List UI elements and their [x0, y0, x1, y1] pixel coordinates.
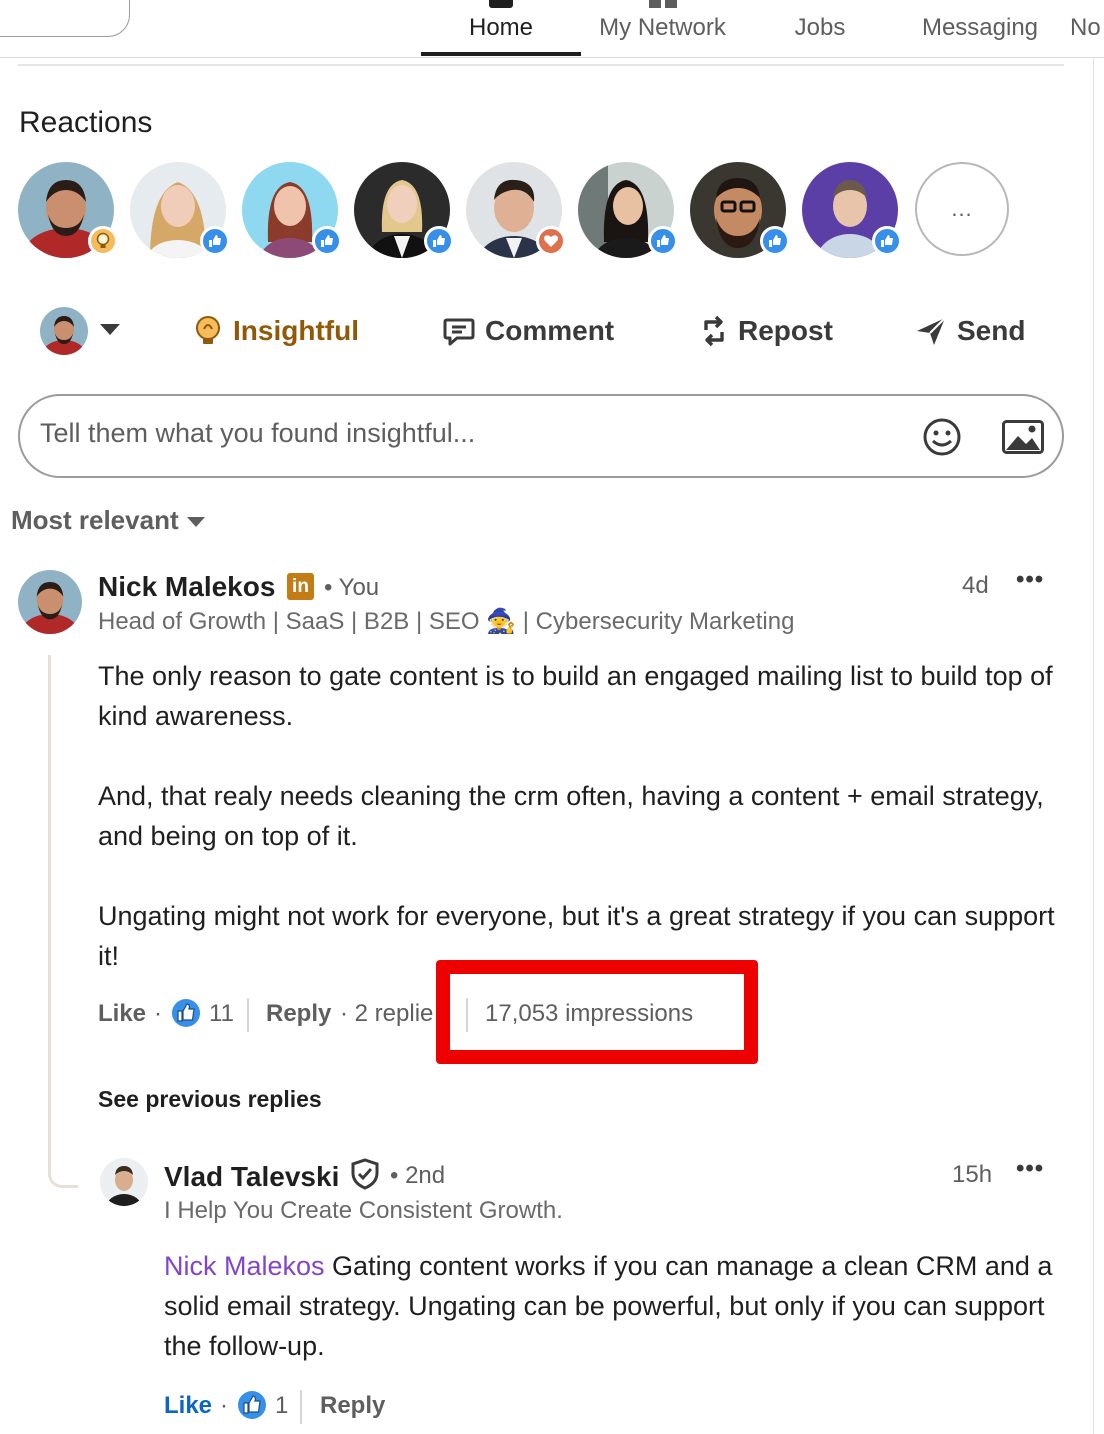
- like-reaction-icon: [238, 1391, 266, 1419]
- social-action-bar: Insightful Comment Repost Send: [0, 300, 1104, 362]
- insightful-label: Insightful: [233, 315, 359, 346]
- caret-down-icon: [186, 516, 205, 527]
- like-reaction-icon: [424, 226, 454, 256]
- send-button[interactable]: Send: [915, 310, 1025, 352]
- repost-button[interactable]: Repost: [700, 310, 833, 352]
- comment-more-options-icon[interactable]: •••: [1016, 566, 1044, 594]
- divider: [300, 1390, 302, 1424]
- reply-like-button[interactable]: Like: [164, 1392, 212, 1420]
- reply-author-name[interactable]: Vlad Talevski: [164, 1161, 339, 1193]
- reactor-avatar[interactable]: [354, 162, 454, 258]
- separator-dot: ·: [154, 1000, 162, 1027]
- reply-count[interactable]: · 2 replie: [340, 1000, 440, 1028]
- image-icon[interactable]: [1002, 420, 1044, 454]
- nav-jobs-label: Jobs: [794, 14, 846, 41]
- reactions-heading: Reactions: [19, 106, 153, 139]
- panel-border: [1093, 58, 1094, 1434]
- avatar: [40, 307, 88, 355]
- repost-icon: [704, 315, 724, 347]
- highlight-annotation-box: [436, 960, 758, 1064]
- comment-reply-button[interactable]: Reply: [266, 1000, 331, 1028]
- reactor-avatar[interactable]: [130, 162, 230, 258]
- insightful-button[interactable]: Insightful: [193, 310, 359, 352]
- sort-label: Most relevant: [11, 505, 179, 535]
- comment-button[interactable]: Comment: [443, 310, 614, 352]
- comment-timestamp: 4d: [962, 572, 989, 599]
- comment-icon: [443, 318, 475, 346]
- like-reaction-icon: [648, 226, 678, 256]
- nav-home-label: Home: [468, 14, 534, 41]
- actor-switch-chevron-down-icon[interactable]: [100, 324, 120, 335]
- comment-author-headline: Head of Growth | SaaS | B2B | SEO 🧙 | Cy…: [98, 608, 795, 635]
- verified-shield-icon: [351, 1158, 379, 1190]
- send-icon: [917, 317, 946, 345]
- actor-avatar[interactable]: [40, 307, 88, 355]
- home-icon: [489, 0, 513, 8]
- reply-more-options-icon[interactable]: •••: [1016, 1155, 1044, 1183]
- nav-jobs[interactable]: Jobs: [760, 0, 880, 58]
- reply-like-count[interactable]: 1: [275, 1392, 288, 1420]
- sort-dropdown[interactable]: Most relevant: [11, 505, 205, 536]
- top-navigation: Home My Network Jobs Messaging No: [0, 0, 1104, 58]
- like-reaction-icon: [172, 999, 200, 1027]
- comment-text: The only reason to gate content is to bu…: [98, 656, 1058, 976]
- reactor-avatar[interactable]: [242, 162, 342, 258]
- reply-author-relation: • 2nd: [390, 1162, 446, 1189]
- messaging-icon: [989, 0, 1025, 8]
- send-label: Send: [957, 315, 1026, 346]
- reactor-avatar[interactable]: [466, 162, 566, 258]
- avatar: [18, 570, 82, 634]
- mention-link[interactable]: Nick Malekos: [164, 1251, 325, 1281]
- like-reaction-icon: [312, 226, 342, 256]
- comment-author-name[interactable]: Nick Malekos: [98, 571, 275, 603]
- comment-like-button[interactable]: Like: [98, 1000, 146, 1028]
- emoji-icon[interactable]: [922, 417, 962, 457]
- reply-timestamp: 15h: [952, 1161, 993, 1188]
- insightful-reaction-icon: [88, 226, 118, 256]
- reply-author-headline: I Help You Create Consistent Growth.: [164, 1197, 563, 1224]
- comment-like-count[interactable]: 11: [209, 1000, 234, 1028]
- comment-label: Comment: [485, 315, 615, 346]
- search-box[interactable]: [0, 0, 130, 37]
- nav-my-network-label: My Network: [599, 14, 726, 41]
- reactor-avatar[interactable]: [578, 162, 678, 258]
- divider: [247, 998, 249, 1032]
- more-reactions-button[interactable]: ...: [915, 162, 1009, 256]
- lightbulb-icon: [196, 316, 220, 344]
- separator-dot: ·: [220, 1392, 228, 1419]
- thread-connector: [48, 655, 78, 1188]
- love-reaction-icon: [536, 226, 566, 256]
- comment-paragraph: The only reason to gate content is to bu…: [98, 661, 1053, 731]
- reply-author-avatar[interactable]: [100, 1158, 148, 1206]
- nav-notifications-label: No: [1070, 14, 1101, 41]
- avatar: [100, 1158, 148, 1206]
- like-reaction-icon: [200, 226, 230, 256]
- comment-paragraph: And, that realy needs cleaning the crm o…: [98, 781, 1044, 851]
- comment-input[interactable]: Tell them what you found insightful...: [18, 394, 1064, 478]
- like-reaction-icon: [872, 226, 902, 256]
- comment-author-avatar[interactable]: [18, 570, 82, 634]
- see-previous-replies-link[interactable]: See previous replies: [98, 1086, 322, 1113]
- reactor-avatar[interactable]: [802, 162, 902, 258]
- nav-my-network[interactable]: My Network: [585, 0, 740, 58]
- nav-messaging-label: Messaging: [921, 14, 1039, 41]
- reply-text: Nick Malekos Gating content works if you…: [164, 1246, 1054, 1366]
- reactor-avatar[interactable]: [18, 162, 118, 258]
- premium-badge-icon: in: [287, 573, 314, 600]
- comment-input-placeholder: Tell them what you found insightful...: [40, 418, 476, 448]
- nav-messaging[interactable]: Messaging: [905, 0, 1055, 58]
- like-reaction-icon: [760, 226, 790, 256]
- nav-home[interactable]: Home: [421, 0, 581, 56]
- reply-reply-button[interactable]: Reply: [320, 1392, 385, 1420]
- network-icon: [648, 0, 677, 8]
- comment-author-relation: • You: [324, 574, 380, 601]
- reactor-avatar[interactable]: [690, 162, 790, 258]
- divider: [18, 64, 1064, 66]
- nav-notifications[interactable]: No: [1062, 0, 1104, 58]
- repost-label: Repost: [738, 315, 833, 346]
